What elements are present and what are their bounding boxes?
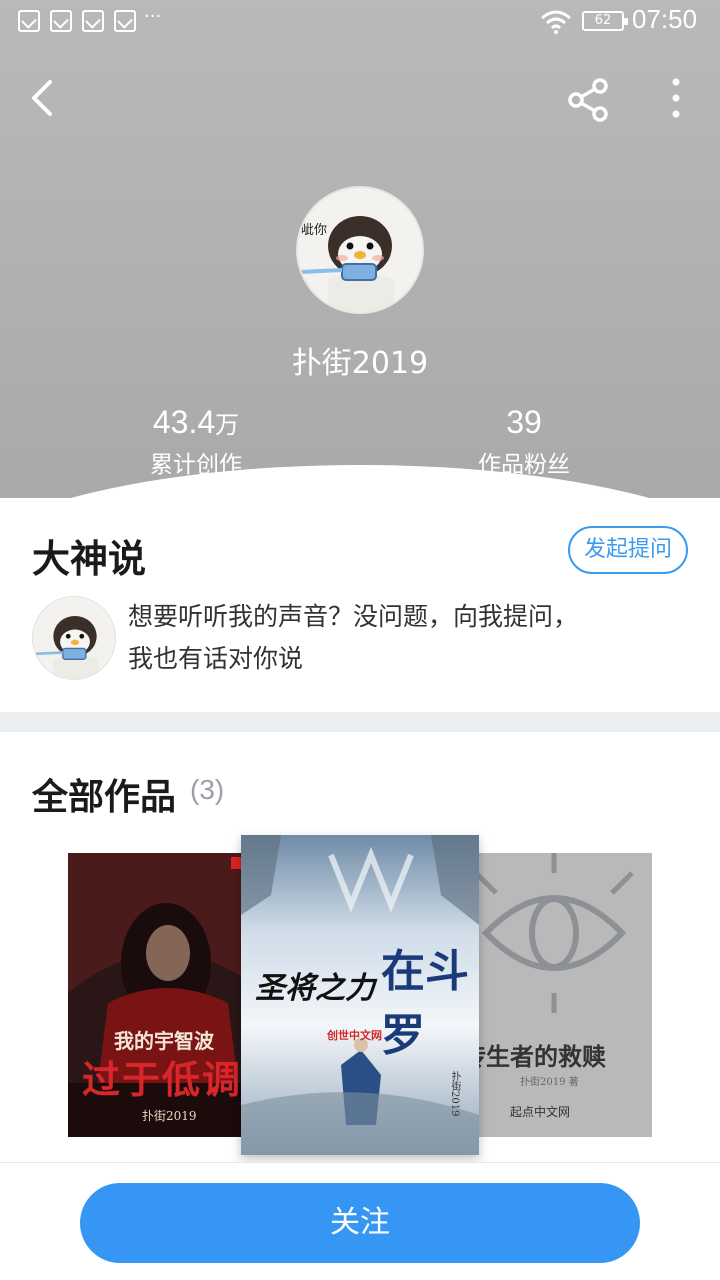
- ask-question-button[interactable]: 发起提问: [568, 526, 688, 574]
- section-title: 大神说: [32, 536, 147, 581]
- book-author: 扑街2019: [142, 1109, 197, 1123]
- more-vertical-icon[interactable]: [656, 74, 696, 122]
- book-subtitle: 在斗罗: [381, 946, 469, 1061]
- section-title: 全部作品: [32, 776, 177, 818]
- message-line: 想要听听我的声音？没问题，向我提问，: [128, 602, 579, 631]
- works-count: (3): [190, 774, 225, 805]
- book-subtitle: 过于低调: [82, 1057, 243, 1102]
- dashen-avatar: [32, 596, 116, 680]
- book-cover[interactable]: 我的宇智波 过于低调 扑街2019: [68, 853, 264, 1137]
- more-notifications: ···: [144, 6, 162, 27]
- penguin-avatar-image: [33, 597, 115, 679]
- book-cover-featured[interactable]: 圣将之力 在斗罗 创世中文网 扑街2019: [241, 835, 479, 1155]
- dashen-message: 想要听听我的声音？没问题，向我提问， 我也有话对你说: [128, 596, 688, 680]
- book-title: 圣将之力: [255, 971, 375, 1006]
- book-cover[interactable]: 传生者的救赎 扑街2019 著 起点中文网: [456, 853, 652, 1137]
- mail-notification-icon: [50, 10, 72, 32]
- svg-text:呲你: 呲你: [301, 223, 327, 238]
- mail-notification-icon: [82, 10, 104, 32]
- dashen-section: 大神说 发起提问 想要听听我的声音？没问题，向我提问， 我也有话对你说: [0, 498, 720, 712]
- mail-notification-icon: [18, 10, 40, 32]
- battery-icon: 62: [582, 11, 628, 31]
- share-icon[interactable]: [562, 74, 614, 126]
- author-profile-page: ··· 62 07:50 呲你 扑街2019 43.4万 累计创作 39 作品粉…: [0, 0, 720, 1280]
- status-bar: ··· 62 07:50: [0, 0, 720, 44]
- bottom-action-bar: 关注: [0, 1162, 720, 1280]
- follow-button[interactable]: 关注: [80, 1183, 640, 1263]
- wifi-icon: [541, 10, 571, 34]
- profile-header: ··· 62 07:50 呲你 扑街2019 43.4万 累计创作 39 作品粉…: [0, 0, 720, 500]
- stat-unit: 万: [215, 411, 240, 439]
- book-title: 传生者的救赎: [462, 1042, 606, 1071]
- penguin-avatar-image: 呲你: [298, 188, 422, 312]
- publisher-badge: 创世中文网: [327, 1029, 382, 1042]
- works-section: 全部作品 (3) 我的宇智波 过于低调 扑街2019 传生者的救赎 扑街2019…: [0, 732, 720, 1182]
- clock: 07:50: [632, 4, 698, 34]
- stat-number: 39: [506, 404, 542, 440]
- author-avatar[interactable]: 呲你: [296, 186, 424, 314]
- mail-notification-icon: [114, 10, 136, 32]
- publisher-badge: 起点中文网: [510, 1105, 571, 1119]
- message-line: 我也有话对你说: [128, 644, 304, 673]
- section-divider: [0, 712, 720, 732]
- author-name: 扑街2019: [291, 346, 429, 381]
- book-author: 扑街2019 著: [520, 1077, 579, 1088]
- book-cover-art: [456, 853, 652, 1137]
- chevron-left-icon[interactable]: [20, 74, 68, 122]
- book-author: 扑街2019: [449, 1071, 460, 1117]
- stat-number: 43.4: [152, 404, 216, 440]
